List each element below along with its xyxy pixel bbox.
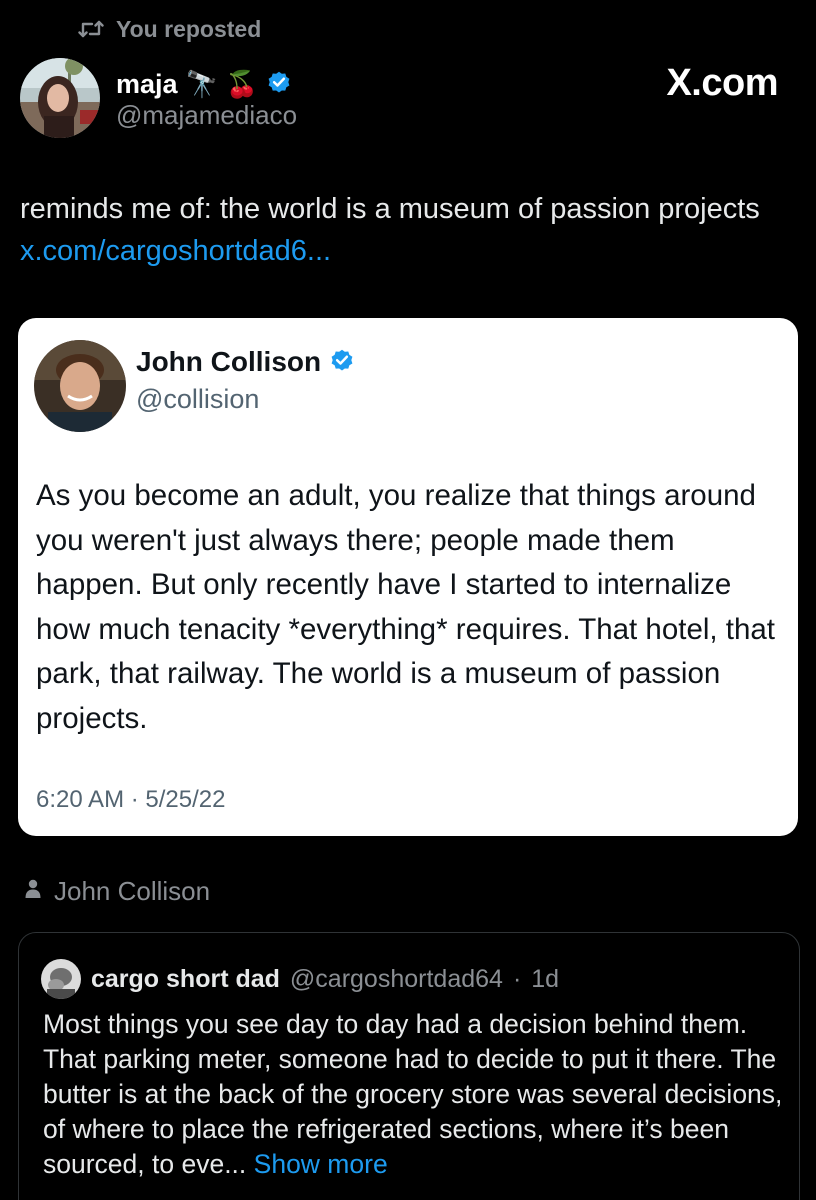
quote-author-name-row: John Collison <box>136 346 355 378</box>
nested-post-text: Most things you see day to day had a dec… <box>43 1007 783 1182</box>
nested-author-name[interactable]: cargo short dad <box>91 965 280 994</box>
repost-label: You reposted <box>116 15 262 42</box>
nested-post-age[interactable]: 1d <box>531 965 559 994</box>
show-more-link[interactable]: Show more <box>254 1149 388 1179</box>
context-label: John Collison <box>54 876 211 906</box>
quote-author-handle[interactable]: @collision <box>136 384 259 415</box>
quoted-post-card[interactable]: John Collison @collision As you become a… <box>18 318 798 836</box>
nested-author-handle[interactable]: @cargoshortdad64 <box>290 965 503 994</box>
quote-author-name[interactable]: John Collison <box>136 346 321 378</box>
post-screenshot: You reposted maja 🔭 🍒 @majamediaco X.com <box>0 0 816 1200</box>
verified-badge-icon <box>266 69 292 100</box>
repost-icon <box>78 19 104 39</box>
nested-post-header: cargo short dad @cargoshortdad64 · 1d <box>41 959 559 999</box>
post-link[interactable]: x.com/cargoshortdad6... <box>20 235 331 267</box>
author-name-row: maja 🔭 🍒 <box>116 64 292 104</box>
telescope-icon: 🔭 <box>185 68 218 99</box>
nested-post-body: Most things you see day to day had a dec… <box>43 1009 783 1179</box>
nested-post-card[interactable]: cargo short dad @cargoshortdad64 · 1d Mo… <box>18 932 800 1200</box>
nested-separator: · <box>512 964 522 993</box>
quote-body: As you become an adult, you realize that… <box>36 479 775 735</box>
quote-author-avatar[interactable] <box>34 340 126 432</box>
post-body: reminds me of: the world is a museum of … <box>20 193 760 225</box>
site-badge: X.com <box>666 62 778 104</box>
repost-indicator: You reposted <box>78 14 261 44</box>
context-attribution: John Collison <box>24 876 210 907</box>
verified-badge-icon <box>329 347 355 378</box>
person-icon <box>24 876 42 907</box>
nested-author-avatar[interactable] <box>41 959 81 999</box>
author-avatar[interactable] <box>20 58 100 138</box>
cherries-icon: 🍒 <box>225 68 259 99</box>
author-name[interactable]: maja <box>116 69 178 100</box>
quote-timestamp[interactable]: 6:20 AM · 5/25/22 <box>36 786 225 814</box>
post-text: reminds me of: the world is a museum of … <box>20 188 790 272</box>
author-handle[interactable]: @majamediaco <box>116 100 297 131</box>
